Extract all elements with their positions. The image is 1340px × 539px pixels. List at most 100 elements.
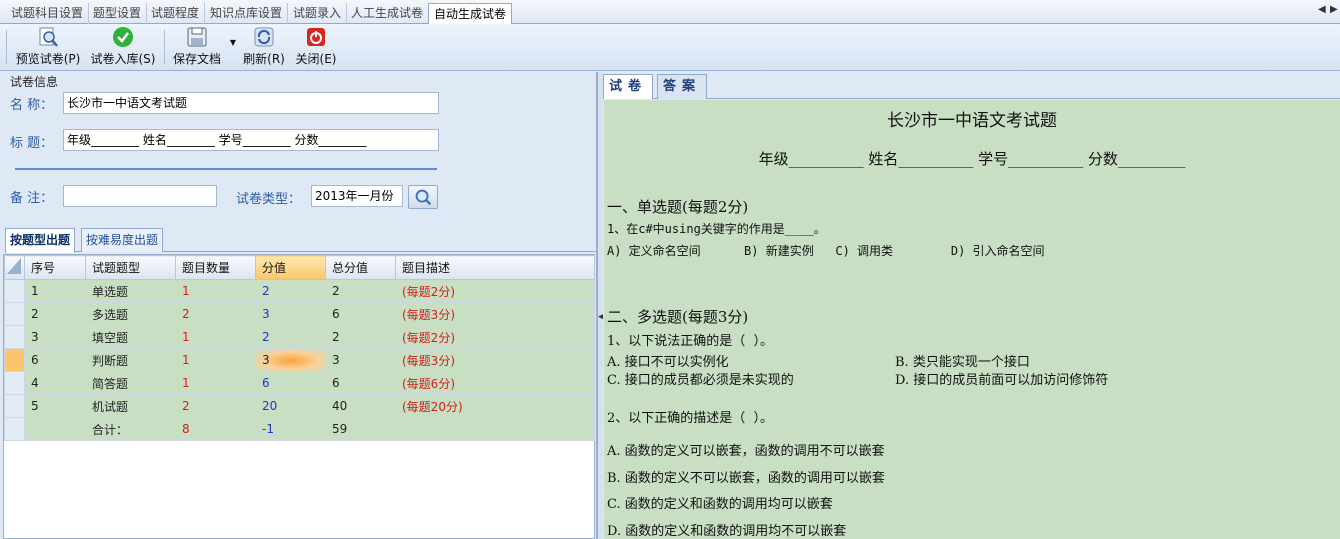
close-button[interactable]: 关闭(E) bbox=[293, 26, 339, 68]
tab-auto-paper[interactable]: 自动生成试卷 bbox=[428, 3, 513, 24]
cell-score[interactable]: 2 bbox=[255, 325, 326, 349]
generation-mode-tabs: 按题型出题 按难易度出题 bbox=[5, 226, 596, 253]
cell-count[interactable]: 2 bbox=[175, 302, 256, 326]
row-header[interactable] bbox=[4, 325, 25, 349]
question-options: A) 定义命名空间 B) 新建实例 C) 调用类 D) 引入命名空间 bbox=[607, 244, 1045, 258]
cell-total[interactable]: 2 bbox=[325, 325, 396, 349]
scroll-left-icon[interactable]: ◀ bbox=[1318, 4, 1326, 15]
cell-description[interactable]: (每题6分) bbox=[395, 371, 595, 395]
tab-paper[interactable]: 试卷 bbox=[603, 74, 654, 99]
row-header[interactable] bbox=[4, 279, 25, 303]
cell-description[interactable]: (每题3分) bbox=[395, 348, 595, 372]
row-header[interactable] bbox=[4, 348, 25, 372]
cell-type[interactable]: 填空题 bbox=[85, 325, 176, 349]
column-header-no[interactable]: 序号 bbox=[24, 255, 86, 280]
note-field[interactable] bbox=[63, 185, 217, 207]
paper-type-field[interactable]: 2013年一月份 bbox=[311, 185, 403, 207]
module-tab-strip: 试题科目设置 题型设置 试题程度 知识点库设置 试题录入 人工生成试卷 自动生成… bbox=[0, 0, 1340, 24]
question-type-grid: 序号 试题题型 题目数量 分值 总分值 题目描述 1 单选题 1 2 2 (每题… bbox=[3, 254, 595, 539]
cell-description[interactable]: (每题2分) bbox=[395, 325, 595, 349]
cell-description[interactable]: (每题20分) bbox=[395, 394, 595, 418]
cell-score[interactable]: 6 bbox=[255, 371, 326, 395]
column-header-description[interactable]: 题目描述 bbox=[395, 255, 595, 280]
search-icon bbox=[415, 189, 432, 206]
tab-manual-paper[interactable]: 人工生成试卷 bbox=[346, 3, 430, 24]
option-d: D. 函数的定义和函数的调用均不可以嵌套 bbox=[607, 524, 847, 539]
preview-tabs: 试卷 答案 bbox=[603, 72, 1340, 99]
tab-difficulty[interactable]: 试题程度 bbox=[146, 3, 206, 24]
cell-count[interactable]: 2 bbox=[175, 394, 256, 418]
cell-count[interactable]: 1 bbox=[175, 348, 256, 372]
table-row[interactable]: 5 机试题 2 20 40 (每题20分) bbox=[4, 394, 595, 418]
paper-document: 长沙市一中语文考试题 年级__________ 姓名__________ 学号_… bbox=[604, 100, 1340, 539]
row-header[interactable] bbox=[4, 417, 25, 441]
tab-by-question-type[interactable]: 按题型出题 bbox=[5, 228, 76, 253]
cell-description[interactable]: (每题3分) bbox=[395, 302, 595, 326]
column-header-count[interactable]: 题目数量 bbox=[175, 255, 256, 280]
refresh-icon bbox=[254, 27, 274, 47]
cell-count[interactable]: 1 bbox=[175, 371, 256, 395]
table-row-selected[interactable]: 6 判断题 1 3 3 (每题3分) bbox=[4, 348, 595, 372]
cell-score-sum: -1 bbox=[255, 417, 326, 441]
cell-no[interactable]: 5 bbox=[24, 394, 86, 418]
cell-score[interactable]: 20 bbox=[255, 394, 326, 418]
preview-paper-button[interactable]: 预览试卷(P) bbox=[14, 26, 82, 68]
cell-type[interactable]: 单选题 bbox=[85, 279, 176, 303]
cell-no[interactable]: 6 bbox=[24, 348, 86, 372]
column-header-total[interactable]: 总分值 bbox=[325, 255, 396, 280]
paper-heading-field[interactable]: 年级________ 姓名________ 学号________ 分数_____… bbox=[63, 129, 439, 151]
table-row[interactable]: 1 单选题 1 2 2 (每题2分) bbox=[4, 279, 595, 303]
question-text: 2、以下正确的描述是（ ）。 bbox=[607, 411, 774, 426]
cell-type[interactable]: 机试题 bbox=[85, 394, 176, 418]
preview-icon bbox=[39, 27, 58, 47]
cell-no[interactable]: 2 bbox=[24, 302, 86, 326]
grid-header-row: 序号 试题题型 题目数量 分值 总分值 题目描述 bbox=[4, 255, 595, 280]
search-button[interactable] bbox=[408, 185, 438, 209]
grid-corner[interactable] bbox=[4, 255, 25, 280]
option-c: C. 接口的成员都必须是未实现的 bbox=[607, 373, 794, 388]
row-header[interactable] bbox=[4, 302, 25, 326]
refresh-button[interactable]: 刷新(R) bbox=[241, 26, 287, 68]
cell-total[interactable]: 3 bbox=[325, 348, 396, 372]
cell-description bbox=[395, 417, 595, 441]
cell-no[interactable]: 1 bbox=[24, 279, 86, 303]
cell-type[interactable]: 简答题 bbox=[85, 371, 176, 395]
table-row[interactable]: 3 填空题 1 2 2 (每题2分) bbox=[4, 325, 595, 349]
paper-info-group-title: 试卷信息 bbox=[10, 75, 59, 89]
paper-name-field[interactable]: 长沙市一中语文考试题 bbox=[63, 92, 439, 114]
tab-by-difficulty[interactable]: 按难易度出题 bbox=[81, 228, 164, 252]
select-all-icon bbox=[7, 258, 21, 274]
table-summary-row[interactable]: 合计： 8 -1 59 bbox=[4, 417, 595, 441]
cell-no[interactable]: 3 bbox=[24, 325, 86, 349]
tab-question-entry[interactable]: 试题录入 bbox=[288, 3, 348, 24]
table-row[interactable]: 2 多选题 2 3 6 (每题3分) bbox=[4, 302, 595, 326]
store-paper-button[interactable]: 试卷入库(S) bbox=[88, 26, 158, 68]
cell-total[interactable]: 6 bbox=[325, 302, 396, 326]
cell-count[interactable]: 1 bbox=[175, 279, 256, 303]
tab-knowledge-base[interactable]: 知识点库设置 bbox=[205, 3, 289, 24]
cell-type[interactable]: 多选题 bbox=[85, 302, 176, 326]
row-header[interactable] bbox=[4, 371, 25, 395]
tab-answer[interactable]: 答案 bbox=[657, 74, 708, 99]
note-label: 备 注： bbox=[10, 191, 54, 206]
cell-total[interactable]: 40 bbox=[325, 394, 396, 418]
save-document-button[interactable]: 保存文档 bbox=[170, 26, 224, 68]
cell-no[interactable]: 4 bbox=[24, 371, 86, 395]
cell-type[interactable]: 判断题 bbox=[85, 348, 176, 372]
cell-total[interactable]: 2 bbox=[325, 279, 396, 303]
row-header[interactable] bbox=[4, 394, 25, 418]
cell-total[interactable]: 6 bbox=[325, 371, 396, 395]
column-header-type[interactable]: 试题题型 bbox=[85, 255, 176, 280]
cell-score-active[interactable]: 3 bbox=[255, 348, 326, 372]
cell-score[interactable]: 3 bbox=[255, 302, 326, 326]
option-a: A. 函数的定义可以嵌套，函数的调用不可以嵌套 bbox=[607, 444, 885, 459]
table-row[interactable]: 4 简答题 1 6 6 (每题6分) bbox=[4, 371, 595, 395]
scroll-right-icon[interactable]: ▶ bbox=[1330, 4, 1338, 15]
cell-score[interactable]: 2 bbox=[255, 279, 326, 303]
tab-subject-settings[interactable]: 试题科目设置 bbox=[6, 3, 90, 24]
tab-question-type-settings[interactable]: 题型设置 bbox=[88, 3, 148, 24]
column-header-score[interactable]: 分值 bbox=[255, 255, 326, 280]
cell-description[interactable]: (每题2分) bbox=[395, 279, 595, 303]
cell-count[interactable]: 1 bbox=[175, 325, 256, 349]
option-b: B. 类只能实现一个接口 bbox=[895, 355, 1030, 370]
